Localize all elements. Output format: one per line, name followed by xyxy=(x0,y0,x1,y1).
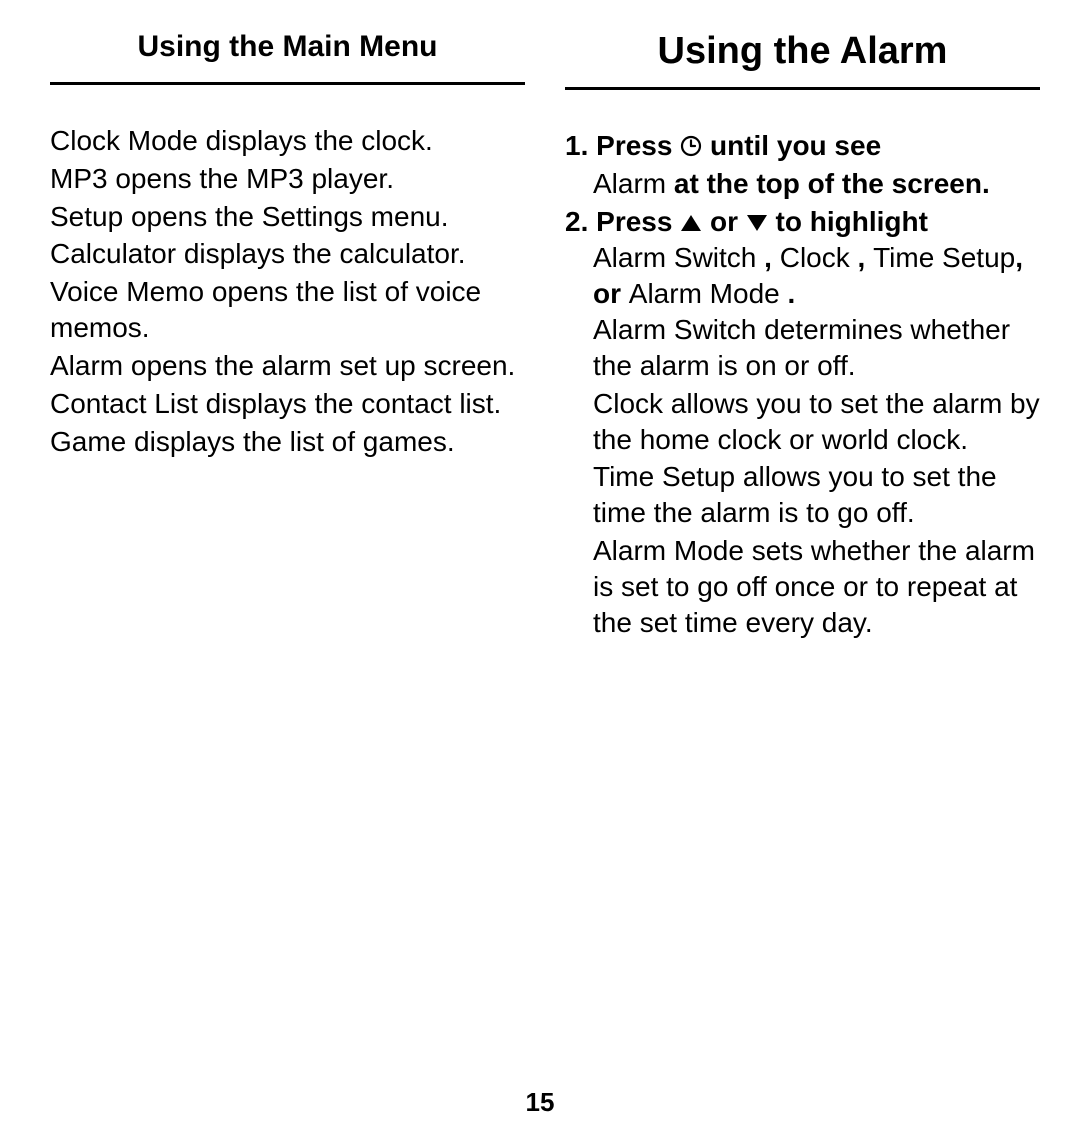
page-number: 15 xyxy=(0,1087,1080,1118)
paragraph: Voice Memo opens the list of voice memos… xyxy=(50,274,525,346)
step-item: Clock xyxy=(780,242,858,273)
step-2: 2. Press or to highlight Alarm Switch , … xyxy=(565,204,1040,641)
paragraph: Alarm Mode sets whether the alarm is set… xyxy=(593,533,1040,640)
step-text: at the top of the screen. xyxy=(666,168,990,199)
period: . xyxy=(788,278,796,309)
step-item: Time Setup xyxy=(873,242,1015,273)
paragraph: Time Setup allows you to set the time th… xyxy=(593,459,1040,531)
step-number: 2. xyxy=(565,206,588,237)
comma: , xyxy=(858,242,874,273)
paragraph: Clock allows you to set the alarm by the… xyxy=(593,386,1040,458)
left-column: Using the Main Menu Clock Mode displays … xyxy=(50,30,525,643)
paragraph: Calculator displays the calculator. xyxy=(50,236,525,272)
step-item: Alarm Mode xyxy=(629,278,788,309)
step-text: Press xyxy=(596,130,680,161)
clock-icon xyxy=(680,130,702,166)
paragraph: Contact List displays the contact list. xyxy=(50,386,525,422)
paragraph: Game displays the list of games. xyxy=(50,424,525,460)
step-text: Press xyxy=(596,206,680,237)
right-header: Using the Alarm xyxy=(565,30,1040,90)
step-1: 1. Press until you see Alarm at the top … xyxy=(565,128,1040,202)
up-triangle-icon xyxy=(680,205,702,241)
left-header: Using the Main Menu xyxy=(50,30,525,85)
paragraph: Alarm Switch determines whether the alar… xyxy=(593,312,1040,384)
step-text: or xyxy=(702,206,746,237)
paragraph: Alarm opens the alarm set up screen. xyxy=(50,348,525,384)
step-item: Alarm xyxy=(593,168,666,199)
step-number: 1. xyxy=(565,130,588,161)
paragraph: MP3 opens the MP3 player. xyxy=(50,161,525,197)
paragraph: Setup opens the Settings menu. xyxy=(50,199,525,235)
step-item: Alarm Switch xyxy=(593,242,764,273)
step-text: until you see xyxy=(702,130,881,161)
left-body: Clock Mode displays the clock. MP3 opens… xyxy=(50,123,525,459)
right-body: 1. Press until you see Alarm at the top … xyxy=(565,128,1040,641)
manual-page: Using the Main Menu Clock Mode displays … xyxy=(0,0,1080,643)
step-text: to highlight xyxy=(768,206,928,237)
right-column: Using the Alarm 1. Press until you see A… xyxy=(565,30,1040,643)
paragraph: Clock Mode displays the clock. xyxy=(50,123,525,159)
comma: , xyxy=(764,242,780,273)
down-triangle-icon xyxy=(746,205,768,241)
